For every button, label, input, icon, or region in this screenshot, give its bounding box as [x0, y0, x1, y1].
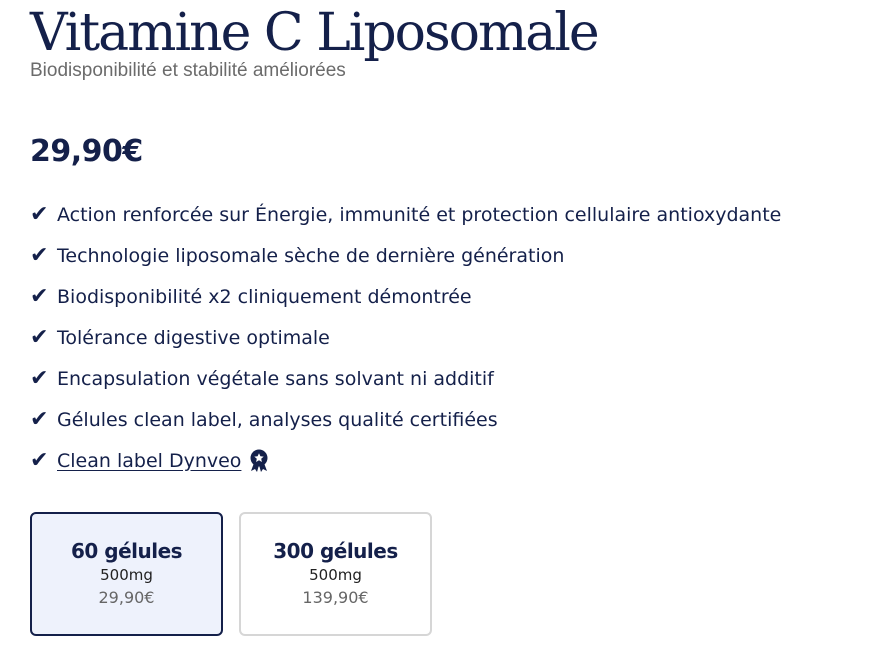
- variant-name: 60 gélules: [70, 539, 183, 563]
- variant-option-60[interactable]: 60 gélules 500mg 29,90€: [30, 512, 223, 636]
- variant-price: 29,90€: [98, 588, 155, 607]
- benefit-item: ✔ Action renforcée sur Énergie, immunité…: [30, 194, 880, 235]
- checkmark-icon: ✔: [30, 407, 49, 432]
- benefit-text: Gélules clean label, analyses qualité ce…: [57, 408, 498, 431]
- product-title: Vitamine C Liposomale: [30, 3, 600, 63]
- checkmark-icon: ✔: [30, 243, 49, 268]
- benefit-text: Encapsulation végétale sans solvant ni a…: [57, 367, 494, 390]
- clean-label-link[interactable]: Clean label Dynveo: [57, 450, 241, 472]
- benefit-item: ✔ Gélules clean label, analyses qualité …: [30, 399, 880, 440]
- benefit-item: ✔ Biodisponibilité x2 cliniquement démon…: [30, 276, 880, 317]
- checkmark-icon: ✔: [30, 448, 49, 473]
- benefits-list: ✔ Action renforcée sur Énergie, immunité…: [30, 194, 880, 481]
- checkmark-icon: ✔: [30, 202, 49, 227]
- award-badge-icon: [248, 449, 270, 473]
- checkmark-icon: ✔: [30, 366, 49, 391]
- benefit-text: Tolérance digestive optimale: [57, 326, 330, 349]
- benefit-item: ✔ Encapsulation végétale sans solvant ni…: [30, 358, 880, 399]
- variant-dose: 500mg: [309, 566, 362, 584]
- variant-price: 139,90€: [302, 588, 369, 607]
- checkmark-icon: ✔: [30, 284, 49, 309]
- checkmark-icon: ✔: [30, 325, 49, 350]
- benefit-text: Action renforcée sur Énergie, immunité e…: [57, 203, 782, 226]
- variant-selector: 60 gélules 500mg 29,90€ 300 gélules 500m…: [30, 512, 432, 636]
- variant-dose: 500mg: [100, 566, 153, 584]
- benefit-item-clean-label: ✔ Clean label Dynveo: [30, 440, 880, 481]
- benefit-text: Biodisponibilité x2 cliniquement démontr…: [57, 285, 472, 308]
- product-price: 29,90€: [30, 134, 143, 169]
- benefit-item: ✔ Tolérance digestive optimale: [30, 317, 880, 358]
- variant-option-300[interactable]: 300 gélules 500mg 139,90€: [239, 512, 432, 636]
- benefit-item: ✔ Technologie liposomale sèche de derniè…: [30, 235, 880, 276]
- award-badge-svg: [250, 449, 268, 472]
- benefit-text: Technologie liposomale sèche de dernière…: [57, 244, 565, 267]
- product-info: Vitamine C Liposomale Biodisponibilité e…: [30, 0, 880, 481]
- variant-name: 300 gélules: [273, 539, 398, 563]
